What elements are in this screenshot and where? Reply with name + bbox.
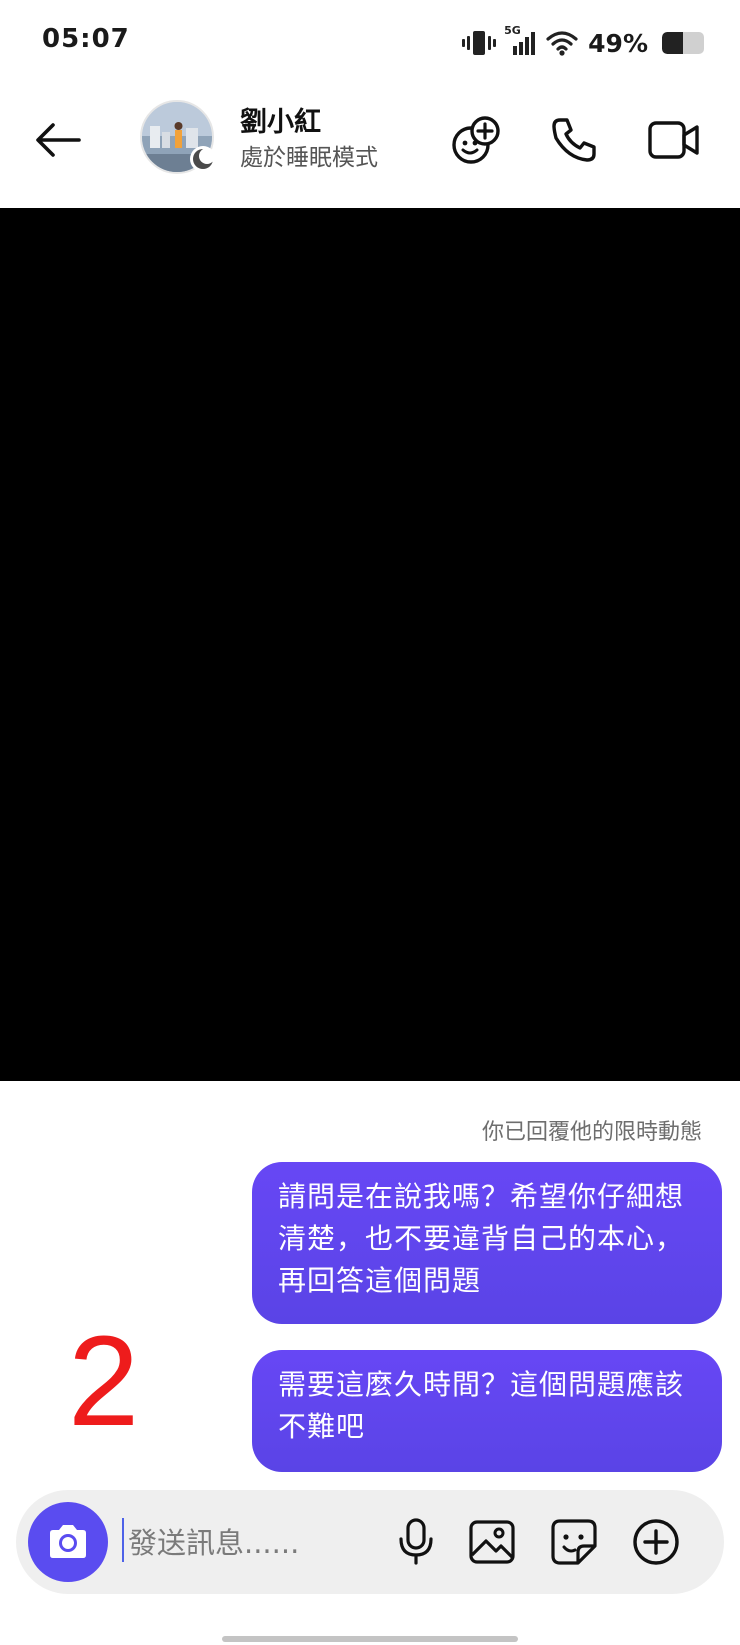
phone-icon [552,118,596,162]
message-input[interactable] [126,1514,370,1572]
back-arrow-icon [36,123,81,157]
sticker-icon [551,1519,597,1565]
status-icons: 5G 49% [462,24,704,60]
wifi-icon [546,29,578,57]
back-button[interactable] [28,110,88,170]
status-bar: 05:07 5G 49% [0,0,740,88]
contact-name[interactable]: 劉小紅 [240,100,321,139]
sticker-button[interactable] [544,1512,604,1572]
sleep-mode-badge [190,146,216,172]
contact-avatar[interactable] [140,100,216,174]
status-time: 05:07 [42,24,130,54]
image-icon [469,1520,515,1564]
contact-status: 處於睡眠模式 [240,145,378,171]
battery-icon [662,32,704,54]
video-call-button[interactable] [644,110,704,170]
moon-icon [193,148,214,169]
battery-percent: 49% [588,28,648,58]
vibrate-icon [462,28,497,58]
games-button[interactable] [446,110,506,170]
microphone-icon [399,1518,433,1565]
voice-message-button[interactable] [386,1512,446,1572]
camera-icon [50,1525,86,1558]
annotation-number: 2 [68,1310,140,1453]
battery-level-fill [662,32,683,54]
message-composer [16,1490,724,1594]
gallery-button[interactable] [462,1512,522,1572]
voice-call-button[interactable] [544,110,604,170]
message-bubble-outgoing[interactable]: 需要這麼久時間？這個問題應該不難吧 [252,1350,722,1472]
story-reply-note: 你已回覆他的限時動態 [481,1120,702,1145]
cellular-signal-icon: 5G [504,24,538,58]
games-icon [452,116,500,164]
message-bubble-outgoing[interactable]: 請問是在說我嗎？希望你仔細想清楚，也不要違背自己的本心，再回答這個問題 [252,1162,722,1324]
chat-header: 劉小紅 處於睡眠模式 [0,88,740,206]
replied-story-media[interactable] [0,208,740,1081]
text-cursor [122,1518,124,1562]
camera-button[interactable] [28,1502,108,1582]
video-camera-icon [648,121,699,159]
add-icon [633,1519,679,1565]
home-indicator[interactable] [222,1636,518,1642]
more-actions-button[interactable] [626,1512,686,1572]
